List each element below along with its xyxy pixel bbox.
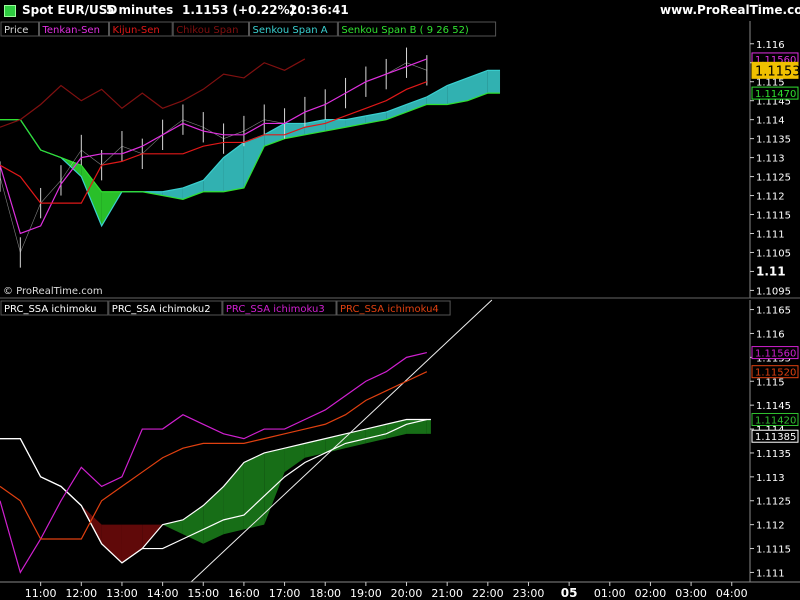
y-tick-label: 1.1095 <box>756 286 791 297</box>
chart-canvas[interactable]: 1.1161.11551.1151.11451.1141.11351.1131.… <box>0 0 800 600</box>
y-tick-label: 1.1115 <box>756 545 791 556</box>
legend-item: Kijun-Sen <box>113 25 160 36</box>
y-tick-label: 1.116 <box>756 329 785 340</box>
x-tick-label: 11:00 <box>25 587 57 600</box>
legend-item: Senkou Span A <box>253 25 328 36</box>
legend-item: Chikou Span <box>176 25 238 36</box>
y-tick-label: 1.1135 <box>756 449 791 460</box>
price-label: 1.11560 <box>755 349 796 360</box>
cloud-segment <box>406 96 427 113</box>
y-tick-label: 1.111 <box>756 568 785 579</box>
cloud-segment <box>81 165 102 226</box>
trendline <box>190 299 493 583</box>
y-tick-label: 1.114 <box>756 116 785 127</box>
cloud-segment <box>203 157 224 192</box>
price-label: 1.11470 <box>755 89 796 100</box>
price-label: 1.11420 <box>755 415 796 426</box>
x-tick-label: 05 <box>561 586 578 600</box>
legend-item: PRC_SSA ichimoku2 <box>112 304 211 315</box>
x-tick-label: 14:00 <box>147 587 179 600</box>
y-tick-label: 1.1135 <box>756 135 791 146</box>
cloud-segment <box>487 70 501 94</box>
y-tick-label: 1.112 <box>756 192 785 203</box>
cloud-segment <box>426 419 431 434</box>
x-tick-label: 19:00 <box>350 587 382 600</box>
x-tick-label: 23:00 <box>513 587 545 600</box>
legend-item: PRC_SSA ichimoku4 <box>340 304 439 315</box>
x-tick-label: 13:00 <box>106 587 138 600</box>
price-label: 1.11520 <box>755 368 796 379</box>
legend-item: Price <box>4 25 28 36</box>
x-tick-label: 17:00 <box>269 587 301 600</box>
legend-item: Senkou Span B ( 9 26 52) <box>341 25 469 36</box>
x-tick-label: 21:00 <box>431 587 463 600</box>
price-panel[interactable]: 1.1161.11551.1151.11451.1141.11351.1131.… <box>0 21 800 299</box>
y-tick-label: 1.11 <box>756 264 786 278</box>
time-axis: 11:00 12:00 13:00 14:00 15:00 16:00 17:00 18:00… <box>0 581 800 600</box>
y-tick-label: 1.115 <box>756 377 785 388</box>
chikou-span-line <box>0 58 306 128</box>
x-tick-label: 03:00 <box>675 587 707 600</box>
cloud-segment <box>467 70 488 101</box>
y-tick-label: 1.1115 <box>756 211 791 222</box>
y-tick-label: 1.1165 <box>756 306 791 317</box>
y-tick-label: 1.1125 <box>756 497 791 508</box>
tenkan-sen-line <box>0 58 428 235</box>
y-tick-label: 1.112 <box>756 521 785 532</box>
y-tick-label: 1.1145 <box>756 401 791 412</box>
x-tick-label: 16:00 <box>228 587 260 600</box>
x-tick-label: 02:00 <box>635 587 667 600</box>
x-tick-label: 15:00 <box>187 587 219 600</box>
watermark: © ProRealTime.com <box>3 286 103 297</box>
x-tick-label: 04:00 <box>716 587 748 600</box>
x-tick-label: 22:00 <box>472 587 504 600</box>
cloud-segment <box>203 486 224 544</box>
y-tick-label: 1.111 <box>756 229 785 240</box>
x-tick-label: 18:00 <box>309 587 341 600</box>
y-tick-label: 1.1105 <box>756 248 791 259</box>
y-tick-label: 1.1125 <box>756 173 791 184</box>
x-tick-label: 01:00 <box>594 587 626 600</box>
price-line <box>0 62 427 254</box>
cloud-segment <box>223 462 244 535</box>
cloud-segment <box>386 104 407 120</box>
legend-item: Tenkan-Sen <box>42 25 100 36</box>
cloud-segment <box>243 134 265 188</box>
cloud-segment <box>243 452 265 530</box>
legend-item: PRC_SSA ichimoku <box>4 304 96 315</box>
price-label: 1.1153 <box>755 64 800 79</box>
y-tick-label: 1.113 <box>756 473 785 484</box>
legend-item: PRC_SSA ichimoku3 <box>226 304 325 315</box>
cloud-segment <box>101 524 122 563</box>
cloud-segment <box>121 524 143 563</box>
cloud-segment <box>182 180 204 200</box>
y-tick-label: 1.116 <box>756 40 785 51</box>
indicator-panel[interactable]: 1.11651.1161.11551.1151.11451.1141.11351… <box>0 299 800 583</box>
price-label: 1.11385 <box>755 432 796 443</box>
x-tick-label: 12:00 <box>65 587 97 600</box>
x-tick-label: 20:00 <box>391 587 423 600</box>
y-tick-label: 1.113 <box>756 154 785 165</box>
